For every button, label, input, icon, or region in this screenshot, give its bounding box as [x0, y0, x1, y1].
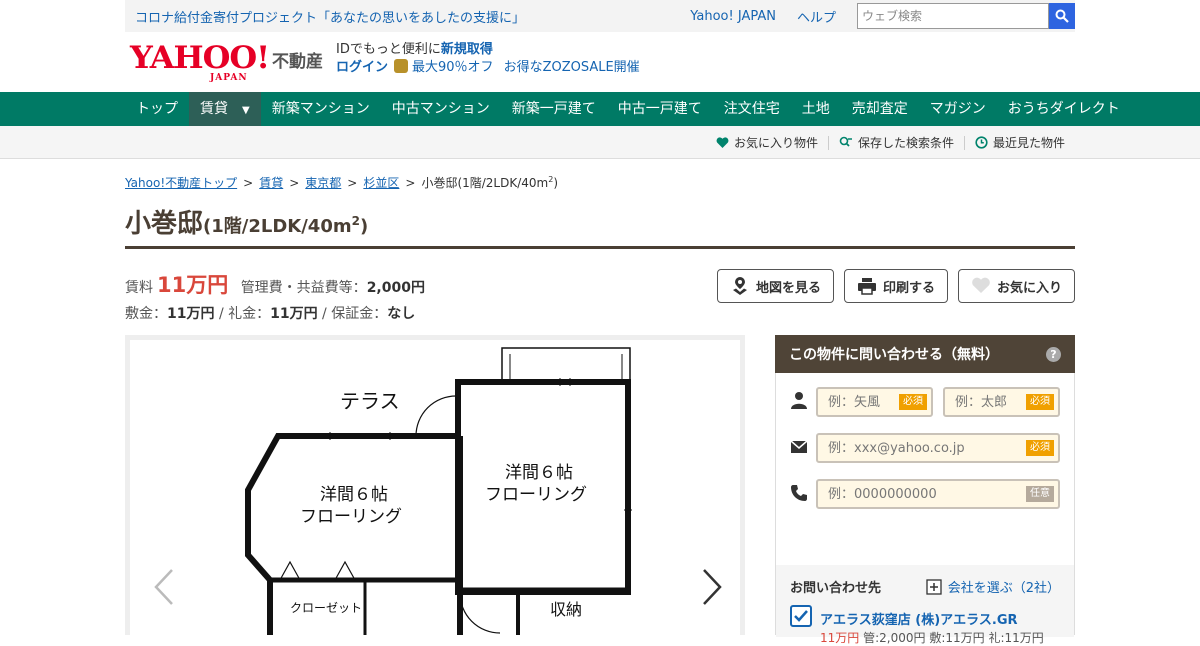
optional-tag: 任意: [1026, 486, 1054, 502]
choose-company-link[interactable]: 会社を選ぶ（2社）: [926, 577, 1060, 596]
inquiry-header: この物件に問い合わせる（無料） ?: [775, 335, 1075, 373]
last-name-field[interactable]: 例：矢風 必須: [816, 387, 933, 417]
room2-label: 洋間６帖: [505, 463, 573, 483]
phone-icon: [791, 485, 807, 501]
shop-name-link[interactable]: アエラス荻窪店 (株)アエラス.GR: [820, 609, 1018, 628]
contact-label: お問い合わせ先: [790, 581, 882, 596]
room2-flooring: フローリング: [485, 485, 587, 505]
prev-arrow-icon[interactable]: [152, 568, 176, 606]
inquiry-title: この物件に問い合わせる（無料）: [789, 347, 999, 363]
phone-field[interactable]: 例：0000000000 任意: [816, 479, 1060, 509]
required-tag: 必須: [899, 394, 927, 410]
floorplan-image[interactable]: テラス 洋間６帖 フローリング 洋間６帖 フローリング クローゼット 収納: [130, 340, 740, 635]
mail-icon: [790, 440, 808, 453]
email-field[interactable]: 例：xxx@yahoo.co.jp 必須: [816, 433, 1060, 463]
main-area: テラス 洋間６帖 フローリング 洋間６帖 フローリング クローゼット 収納 この…: [125, 0, 1075, 645]
room1-flooring: フローリング: [300, 507, 402, 527]
shop-checkbox[interactable]: [790, 605, 812, 627]
photo-gallery: テラス 洋間６帖 フローリング 洋間６帖 フローリング クローゼット 収納: [125, 335, 745, 635]
plus-box-icon: [926, 578, 942, 595]
required-tag: 必須: [1026, 394, 1054, 410]
floorplan-drawing: テラス 洋間６帖 フローリング 洋間６帖 フローリング クローゼット 収納: [245, 347, 632, 635]
shop-price: 11万円 管:2,000円 敷:11万円 礼:11万円: [820, 631, 1044, 645]
next-arrow-icon[interactable]: [700, 568, 724, 606]
terrace-label: テラス: [340, 389, 400, 413]
inquiry-form: この物件に問い合わせる（無料） ? 例：矢風 必須 例：太郎 必須 例：xxx@ya…: [775, 335, 1075, 645]
help-icon[interactable]: ?: [1046, 347, 1061, 362]
required-tag: 必須: [1026, 440, 1054, 456]
closet-label: クローゼット: [290, 601, 362, 615]
check-icon: [794, 610, 808, 622]
person-icon: [791, 392, 807, 409]
storage-label: 収納: [550, 600, 582, 619]
first-name-field[interactable]: 例：太郎 必須: [943, 387, 1060, 417]
contact-section: お問い合わせ先 会社を選ぶ（2社） アエラス荻窪店 (株)アエラス.GR 11万…: [776, 565, 1074, 645]
room1-label: 洋間６帖: [320, 485, 388, 505]
